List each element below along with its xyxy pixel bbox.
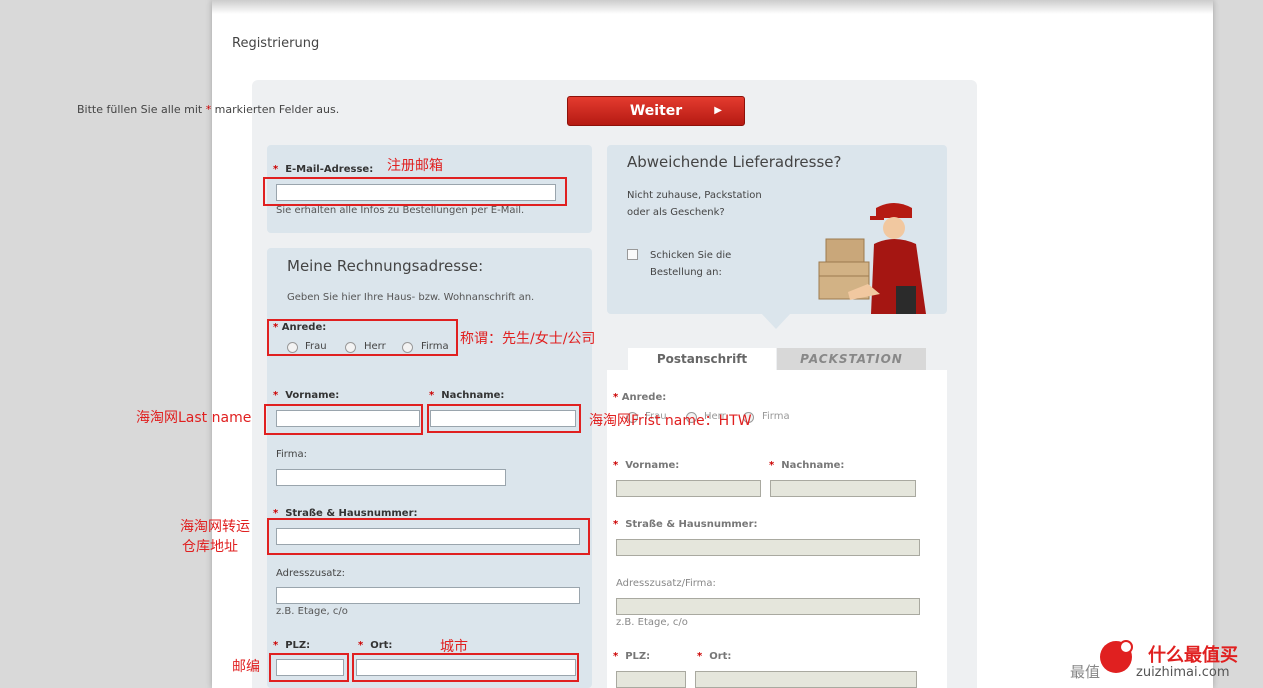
- watermark-prefix: 最值: [1070, 663, 1101, 681]
- top-shadow: [212, 0, 1213, 14]
- required-star: *: [613, 519, 619, 530]
- annotation-box-anrede: [267, 319, 458, 356]
- delivery-anrede-label: * Anrede:: [613, 392, 666, 403]
- annotation-anrede: 称谓：先生/女士/公司: [460, 331, 596, 347]
- zusatz-label: Adresszusatz:: [276, 568, 345, 579]
- required-star: *: [613, 651, 619, 662]
- delivery-vorname-field[interactable]: [616, 480, 761, 497]
- delivery-ort-label: * Ort:: [697, 651, 731, 662]
- delivery-plz-label-text: PLZ:: [625, 651, 651, 662]
- delivery-zusatz-field[interactable]: [616, 598, 920, 615]
- annotation-street-line2: 仓库地址: [182, 539, 238, 555]
- hint-prefix: Bitte füllen Sie alle mit: [77, 103, 206, 116]
- required-star: *: [273, 640, 279, 651]
- required-star: *: [769, 460, 775, 471]
- courier-illustration: [818, 203, 926, 314]
- vorname-label-text: Vorname:: [285, 390, 340, 401]
- page-title: Registrierung: [232, 36, 320, 51]
- annotation-box-strasse: [267, 518, 590, 555]
- watermark-text: 什么最值买: [1148, 645, 1238, 666]
- firma-field[interactable]: [276, 469, 506, 486]
- ort-label-text: Ort:: [370, 640, 393, 651]
- delivery-heading: Abweichende Lieferadresse?: [627, 153, 842, 171]
- required-star: *: [613, 460, 619, 471]
- annotation-box-nachname: [427, 404, 581, 433]
- annotation-plz: 邮编: [232, 659, 260, 675]
- email-label: * E-Mail-Adresse:: [273, 164, 373, 175]
- firma-label: Firma:: [276, 449, 307, 460]
- delivery-nachname-field[interactable]: [770, 480, 916, 497]
- required-star: *: [613, 392, 619, 403]
- delivery-plz-field[interactable]: [616, 671, 686, 688]
- required-star: *: [358, 640, 364, 651]
- delivery-vorname-label-text: Vorname:: [625, 460, 680, 471]
- delivery-vorname-label: * Vorname:: [613, 460, 679, 471]
- delivery-zusatz-help: z.B. Etage, c/o: [616, 617, 688, 628]
- weiter-label: Weiter: [629, 103, 683, 119]
- annotation-box-email: [263, 177, 567, 206]
- zusatz-help: z.B. Etage, c/o: [276, 606, 348, 617]
- billing-intro: Geben Sie hier Ihre Haus- bzw. Wohnansch…: [287, 292, 535, 303]
- watermark-logo-icon: [1100, 640, 1133, 673]
- watermark-url: zuizhimai.com: [1136, 665, 1230, 680]
- required-star: *: [429, 390, 435, 401]
- delivery-nachname-label-text: Nachname:: [781, 460, 845, 471]
- delivery-zusatz-label: Adresszusatz/Firma:: [616, 578, 716, 589]
- delivery-ort-label-text: Ort:: [709, 651, 732, 662]
- billing-heading: Meine Rechnungsadresse:: [287, 257, 484, 275]
- annotation-box-plz: [269, 653, 349, 682]
- play-arrow-icon: ▶: [714, 105, 722, 116]
- delivery-anrede-label-text: Anrede:: [621, 392, 667, 403]
- delivery-radio-firma-label: Firma: [762, 411, 790, 422]
- required-star: *: [273, 390, 279, 401]
- annotation-box-vorname: [264, 404, 423, 435]
- delivery-ort-field[interactable]: [695, 671, 917, 688]
- weiter-button[interactable]: Weiter ▶: [567, 96, 745, 126]
- annotation-ort: 城市: [440, 639, 468, 655]
- annotation-street-line1: 海淘网转运: [180, 519, 250, 535]
- delivery-strasse-label-text: Straße & Hausnummer:: [625, 519, 758, 530]
- nachname-label: * Nachname:: [429, 390, 504, 401]
- required-star: *: [273, 164, 279, 175]
- zusatz-field[interactable]: [276, 587, 580, 604]
- required-hint: Bitte füllen Sie alle mit * markierten F…: [77, 103, 339, 116]
- ort-label: * Ort:: [358, 640, 392, 651]
- annotation-box-ort: [352, 653, 579, 682]
- vorname-label: * Vorname:: [273, 390, 339, 401]
- plz-label-text: PLZ:: [285, 640, 311, 651]
- email-label-text: E-Mail-Adresse:: [285, 164, 374, 175]
- annotation-lastname: 海淘网Last name: [136, 410, 252, 426]
- tab-postanschrift[interactable]: Postanschrift: [628, 348, 776, 370]
- watermark: 最值 什么最值买 zuizhimai.com: [1070, 635, 1260, 685]
- delivery-strasse-label: * Straße & Hausnummer:: [613, 519, 758, 530]
- required-star: *: [697, 651, 703, 662]
- hint-suffix: markierten Felder aus.: [211, 103, 340, 116]
- plz-label: * PLZ:: [273, 640, 310, 651]
- delivery-nachname-label: * Nachname:: [769, 460, 844, 471]
- delivery-strasse-field[interactable]: [616, 539, 920, 556]
- delivery-plz-label: * PLZ:: [613, 651, 650, 662]
- billing-section: [267, 248, 592, 688]
- email-help: Sie erhalten alle Infos zu Bestellungen …: [276, 205, 525, 216]
- tab-packstation[interactable]: PACKSTATION: [777, 348, 926, 370]
- nachname-label-text: Nachname:: [441, 390, 505, 401]
- annotation-firstname: 海淘网Frist name：HTW: [589, 413, 752, 429]
- annotation-email: 注册邮箱: [387, 158, 443, 174]
